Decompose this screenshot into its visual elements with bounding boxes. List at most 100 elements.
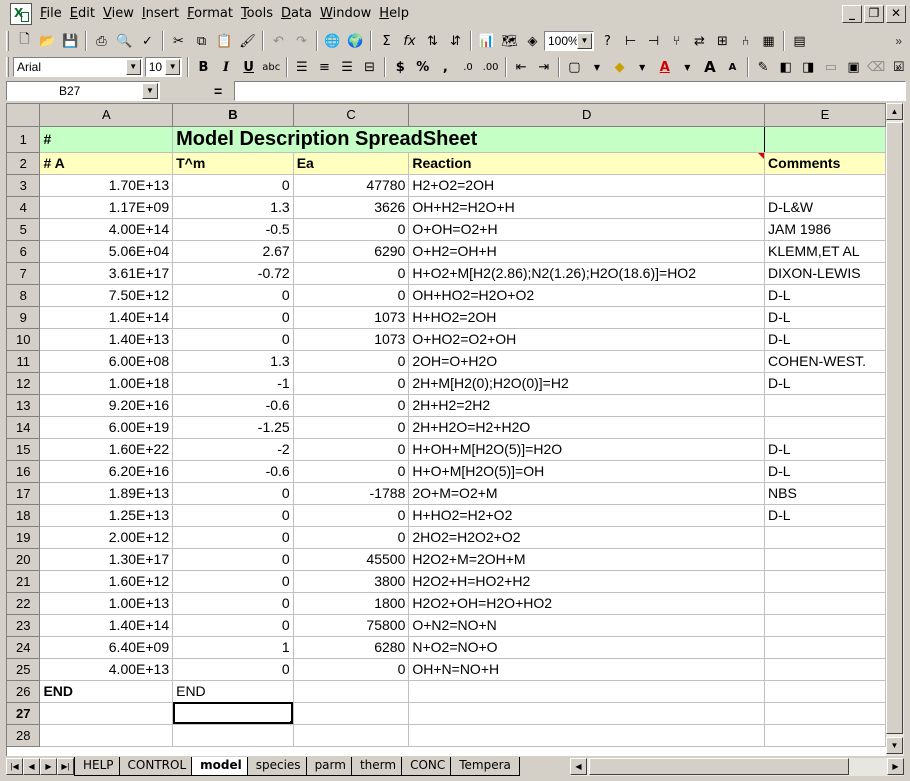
group-icon[interactable]: ⊞: [711, 30, 734, 52]
vertical-scroll-thumb[interactable]: [886, 122, 903, 734]
trace-dependents-icon[interactable]: ⊣: [642, 30, 665, 52]
row-header[interactable]: 4: [7, 196, 41, 219]
row-header[interactable]: 28: [7, 724, 41, 747]
cell-b[interactable]: [172, 724, 294, 747]
cell-e[interactable]: [764, 614, 886, 637]
vertical-scrollbar[interactable]: ▲ ▼: [886, 103, 904, 756]
column-header-b[interactable]: B: [172, 104, 294, 127]
row-header[interactable]: 10: [7, 328, 41, 351]
cell-a[interactable]: 4.00E+13: [39, 658, 174, 681]
cell-b[interactable]: 1.3: [172, 196, 294, 219]
autosum-icon[interactable]: Σ: [375, 30, 398, 52]
menu-format[interactable]: Format: [183, 4, 237, 24]
row-header[interactable]: 13: [7, 394, 41, 417]
hyperlink-icon[interactable]: 🌐: [321, 30, 344, 52]
map-icon[interactable]: 🗺: [498, 30, 521, 52]
scroll-right-icon[interactable]: ▶: [887, 758, 904, 775]
cell-c[interactable]: 1073: [293, 306, 410, 329]
cell-c[interactable]: [293, 724, 410, 747]
cell-e[interactable]: [764, 174, 886, 197]
cell-d[interactable]: [408, 680, 766, 703]
minimize-button[interactable]: _: [842, 5, 862, 23]
strikethrough-button[interactable]: abc: [260, 56, 283, 78]
cell-c[interactable]: -1788: [293, 482, 410, 505]
row-header[interactable]: 2: [7, 152, 41, 175]
sheet-tab-tempera[interactable]: Tempera: [450, 757, 520, 776]
horizontal-scrollbar[interactable]: ◀ ▶: [570, 758, 904, 776]
cell-e[interactable]: [764, 394, 886, 417]
delete-comment-icon[interactable]: ⌫: [865, 56, 888, 78]
cell-b[interactable]: -0.6: [172, 394, 294, 417]
cell-d[interactable]: [408, 702, 766, 725]
cell-b[interactable]: -0.72: [172, 262, 294, 285]
row-header[interactable]: 22: [7, 592, 41, 615]
cell-b[interactable]: 1: [172, 636, 294, 659]
cell-e[interactable]: [764, 526, 886, 549]
align-center-icon[interactable]: ≡: [313, 56, 336, 78]
cell-b[interactable]: 0: [172, 504, 294, 527]
cell-e[interactable]: COHEN-WEST.: [764, 350, 886, 373]
cell-d[interactable]: O+OH=O2+H: [408, 218, 766, 241]
cell-d[interactable]: OH+HO2=H2O+O2: [408, 284, 766, 307]
cell-a[interactable]: 1.00E+13: [39, 592, 174, 615]
cell-a[interactable]: 1.40E+14: [39, 306, 174, 329]
office-assistant-icon[interactable]: ?: [596, 30, 619, 52]
toolbar-overflow-icon[interactable]: »: [895, 34, 902, 48]
menu-file[interactable]: File: [36, 4, 66, 24]
cell-d[interactable]: H+HO2=H2+O2: [408, 504, 766, 527]
cell-d[interactable]: O+N2=NO+N: [408, 614, 766, 637]
align-right-icon[interactable]: ☰: [336, 56, 359, 78]
cell-b[interactable]: 0: [172, 614, 294, 637]
cell-d[interactable]: O+H2=OH+H: [408, 240, 766, 263]
row-header[interactable]: 14: [7, 416, 41, 439]
cut-icon[interactable]: ✂: [167, 30, 190, 52]
cell-d[interactable]: H+HO2=2OH: [408, 306, 766, 329]
cell-c[interactable]: 0: [293, 372, 410, 395]
align-left-icon[interactable]: ☰: [291, 56, 314, 78]
cell-a[interactable]: 6.20E+16: [39, 460, 174, 483]
cell-b[interactable]: -1: [172, 372, 294, 395]
cell-d[interactable]: H2O2+M=2OH+M: [408, 548, 766, 571]
undo-icon[interactable]: ↶: [267, 30, 290, 52]
decrease-indent-icon[interactable]: ⇤: [510, 56, 533, 78]
header-cell-d[interactable]: Reaction: [408, 152, 766, 175]
copy-icon[interactable]: ⧉: [190, 30, 213, 52]
sheet-tab-therm[interactable]: therm: [350, 757, 406, 776]
fill-handle[interactable]: [289, 720, 293, 723]
sheet-tab-control[interactable]: CONTROL: [118, 757, 196, 776]
previous-comment-icon[interactable]: ◧: [774, 56, 797, 78]
toolbar-grip[interactable]: [6, 57, 9, 77]
cell-d[interactable]: 2H+H2O=H2+H2O: [408, 416, 766, 439]
cell-d[interactable]: O+HO2=O2+OH: [408, 328, 766, 351]
cell-b[interactable]: 0: [172, 174, 294, 197]
spelling-icon[interactable]: ✓: [136, 30, 159, 52]
cell-a[interactable]: 7.50E+12: [39, 284, 174, 307]
header-cell-a[interactable]: # A: [39, 152, 174, 175]
previous-sheet-icon[interactable]: ◀: [23, 758, 40, 775]
cell-a[interactable]: 2.00E+12: [39, 526, 174, 549]
row-header[interactable]: 8: [7, 284, 41, 307]
cell-b[interactable]: -0.6: [172, 460, 294, 483]
show-comment-icon[interactable]: ▭: [820, 56, 843, 78]
cell-e[interactable]: D-L: [764, 460, 886, 483]
cell-a[interactable]: 1.40E+14: [39, 614, 174, 637]
scroll-up-icon[interactable]: ▲: [886, 103, 903, 120]
close-button[interactable]: ✕: [886, 5, 906, 23]
underline-button[interactable]: U: [237, 56, 260, 78]
cell-a[interactable]: 1.60E+12: [39, 570, 174, 593]
cell-b[interactable]: 0: [172, 306, 294, 329]
cell-c[interactable]: 0: [293, 262, 410, 285]
row-header[interactable]: 25: [7, 658, 41, 681]
cell-b[interactable]: 0: [172, 658, 294, 681]
borders-icon[interactable]: ▢: [563, 56, 586, 78]
cell-c[interactable]: 6290: [293, 240, 410, 263]
cell-b[interactable]: 0: [172, 570, 294, 593]
cell-b[interactable]: -2: [172, 438, 294, 461]
row-header[interactable]: 15: [7, 438, 41, 461]
sheet-title-cell[interactable]: Model Description SpreadSheet: [172, 126, 766, 153]
row-header[interactable]: 16: [7, 460, 41, 483]
cell-e[interactable]: [764, 592, 886, 615]
paste-function-icon[interactable]: fx: [398, 30, 421, 52]
menu-edit[interactable]: Edit: [66, 4, 99, 24]
chevron-down-icon[interactable]: ▼: [142, 83, 158, 99]
